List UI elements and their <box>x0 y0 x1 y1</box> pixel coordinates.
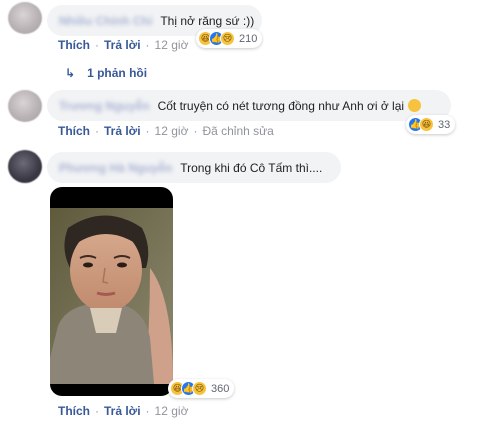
reaction-count: 33 <box>438 118 451 131</box>
reaction-count: 210 <box>239 32 258 45</box>
comment-bubble: Phương Hà Nguyễn Trong khi đó Cô Tấm thì… <box>47 152 341 183</box>
like-link[interactable]: Thích <box>58 124 90 138</box>
like-link[interactable]: Thích <box>58 404 90 418</box>
timestamp[interactable]: 12 giờ <box>155 124 189 138</box>
avatar[interactable] <box>8 90 42 122</box>
reply-link[interactable]: Trả lời <box>104 404 141 418</box>
timestamp[interactable]: 12 giờ <box>155 38 189 52</box>
comment-actions: Thích · Trả lời · 12 giờ · Đã chỉnh sửa <box>58 124 274 138</box>
like-link[interactable]: Thích <box>58 38 90 52</box>
photo-content <box>50 208 173 384</box>
comment-author[interactable]: Phương Hà Nguyễn <box>59 161 172 175</box>
reply-link[interactable]: Trả lời <box>104 38 141 52</box>
avatar[interactable] <box>8 2 42 34</box>
edited-label[interactable]: Đã chỉnh sửa <box>202 124 273 138</box>
separator: · <box>145 38 150 52</box>
timestamp[interactable]: 12 giờ <box>155 404 189 418</box>
reply-arrow-icon: ↳ <box>65 66 76 80</box>
reaction-count: 360 <box>211 382 230 395</box>
pacman-emoji-icon <box>408 99 422 112</box>
comment-text: Trong khi đó Cô Tấm thì.... <box>180 160 323 175</box>
separator: · <box>95 124 99 138</box>
sad-icon: 😢 <box>192 381 207 396</box>
haha-icon: 😆 <box>419 117 434 132</box>
sad-icon: 😢 <box>220 31 235 46</box>
avatar[interactable] <box>8 150 42 183</box>
reply-link[interactable]: Trả lời <box>104 124 141 138</box>
separator: · <box>95 38 99 52</box>
separator: · <box>193 124 198 138</box>
comment-bubble: Trương Nguyễn Cốt truyện có nét tương đồ… <box>47 90 451 121</box>
view-replies-link[interactable]: ↳ 1 phản hồi <box>65 66 147 80</box>
comment-actions: Thích · Trả lời · 12 giờ <box>58 404 188 418</box>
reaction-summary[interactable]: 😆 👍 😢 360 <box>168 379 235 398</box>
comment-text: Thị nở răng sứ :)) <box>160 13 255 28</box>
comment-author[interactable]: Nhiều Chính Chi <box>59 14 152 28</box>
comment-author[interactable]: Trương Nguyễn <box>59 99 150 113</box>
reaction-summary[interactable]: 👍 😆 33 <box>406 115 456 134</box>
separator: · <box>145 124 150 138</box>
comment-actions: Thích · Trả lời · 12 giờ <box>58 38 188 52</box>
comment-text: Cốt truyện có nét tương đồng như Anh ơi … <box>157 98 405 113</box>
separator: · <box>145 404 150 418</box>
separator: · <box>95 404 99 418</box>
woman-portrait-image <box>50 208 173 384</box>
reaction-summary[interactable]: 😆 👍 😢 210 <box>196 29 263 48</box>
attached-photo[interactable] <box>50 187 173 396</box>
replies-count-label: 1 phản hồi <box>87 66 148 80</box>
comment-thread: Nhiều Chính Chi Thị nở răng sứ :)) 😆 👍 😢… <box>0 0 496 425</box>
